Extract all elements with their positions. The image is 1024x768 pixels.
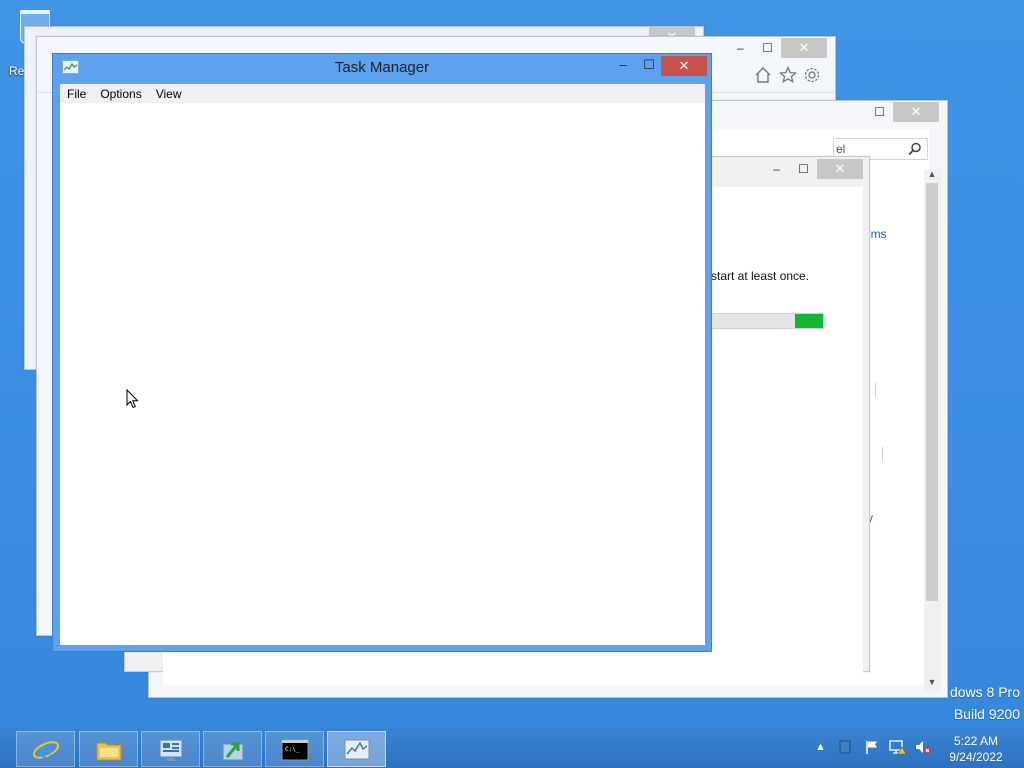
window-2-minimize-button[interactable]: –	[727, 38, 754, 58]
window-4-close-button[interactable]: ✕	[817, 159, 863, 179]
window-3-caption-buttons: ☐ ✕	[866, 102, 939, 122]
watermark-edition: dows 8 Pro	[949, 684, 1020, 700]
update-progress-bar	[711, 313, 824, 329]
svg-text:C:\_: C:\_	[285, 746, 300, 753]
task-manager-window[interactable]: Task Manager – ☐ ✕ File Options View	[52, 53, 712, 652]
search-icon[interactable]	[908, 142, 922, 156]
window-2-close-button[interactable]: ✕	[781, 38, 827, 58]
menu-view[interactable]: View	[149, 87, 189, 101]
task-manager-content-area	[60, 103, 705, 645]
update-progress-fill	[795, 314, 823, 328]
taskbar-command-prompt[interactable]: C:\_	[265, 731, 324, 767]
show-hidden-icons-chevron-icon[interactable]: ▲	[815, 741, 826, 753]
clock-time: 5:22 AM	[953, 734, 999, 748]
window-4-maximize-button[interactable]: ☐	[790, 159, 817, 179]
menu-file[interactable]: File	[60, 87, 93, 101]
favorites-star-icon[interactable]	[779, 66, 797, 84]
setup-arrow-icon	[222, 742, 244, 761]
window-2-caption-buttons: – ☐ ✕	[727, 38, 827, 58]
menu-bar: File Options View	[60, 84, 705, 103]
home-icon[interactable]	[754, 66, 772, 84]
settings-gear-icon[interactable]	[803, 66, 821, 84]
svg-text:e: e	[39, 738, 53, 764]
command-prompt-icon: C:\_	[281, 739, 309, 761]
minimize-button[interactable]: –	[613, 56, 633, 76]
search-input-text: el	[836, 142, 846, 156]
window-3-maximize-button[interactable]: ☐	[866, 102, 893, 122]
window-2-maximize-button[interactable]: ☐	[754, 38, 781, 58]
network-warning-icon[interactable]	[889, 739, 907, 755]
clock-date: 9/24/2022	[949, 750, 1003, 764]
scrollbar-thumb[interactable]	[926, 183, 938, 601]
close-button[interactable]: ✕	[661, 56, 707, 76]
window-4-minimize-button[interactable]: –	[763, 159, 790, 179]
vertical-scrollbar[interactable]: ▲ ▼	[924, 169, 941, 693]
window-4-caption-buttons: – ☐ ✕	[763, 159, 863, 179]
watermark-build: Build 9200	[953, 706, 1020, 722]
separator	[875, 383, 876, 397]
mouse-cursor-icon	[126, 389, 139, 409]
tray-app-icon[interactable]	[838, 740, 852, 754]
taskbar-clock[interactable]: 5:22 AM 9/24/2022	[940, 733, 1012, 765]
taskbar-deployment-tool[interactable]	[203, 731, 262, 767]
taskbar-server-manager[interactable]	[141, 731, 200, 767]
update-message: start at least once.	[711, 269, 810, 283]
taskbar-internet-explorer[interactable]: e	[16, 731, 75, 767]
windows-version-watermark: dows 8 Pro Build 9200	[900, 684, 1020, 722]
scroll-up-arrow-icon[interactable]: ▲	[924, 169, 940, 179]
window-3-close-button[interactable]: ✕	[893, 102, 939, 122]
task-manager-icon	[344, 739, 370, 760]
menu-options[interactable]: Options	[93, 87, 148, 101]
maximize-button[interactable]: ☐	[639, 56, 659, 76]
volume-muted-icon[interactable]	[914, 739, 932, 755]
taskbar-task-manager[interactable]	[327, 731, 386, 767]
separator	[882, 447, 883, 461]
action-center-flag-icon[interactable]	[864, 739, 880, 755]
internet-explorer-icon: e	[32, 738, 60, 764]
server-manager-icon	[159, 739, 183, 761]
folder-icon	[96, 742, 122, 761]
taskbar: e C:\_ ▲ 5:22 AM 9/24/2022	[0, 728, 1024, 768]
taskbar-file-explorer[interactable]	[79, 731, 138, 767]
